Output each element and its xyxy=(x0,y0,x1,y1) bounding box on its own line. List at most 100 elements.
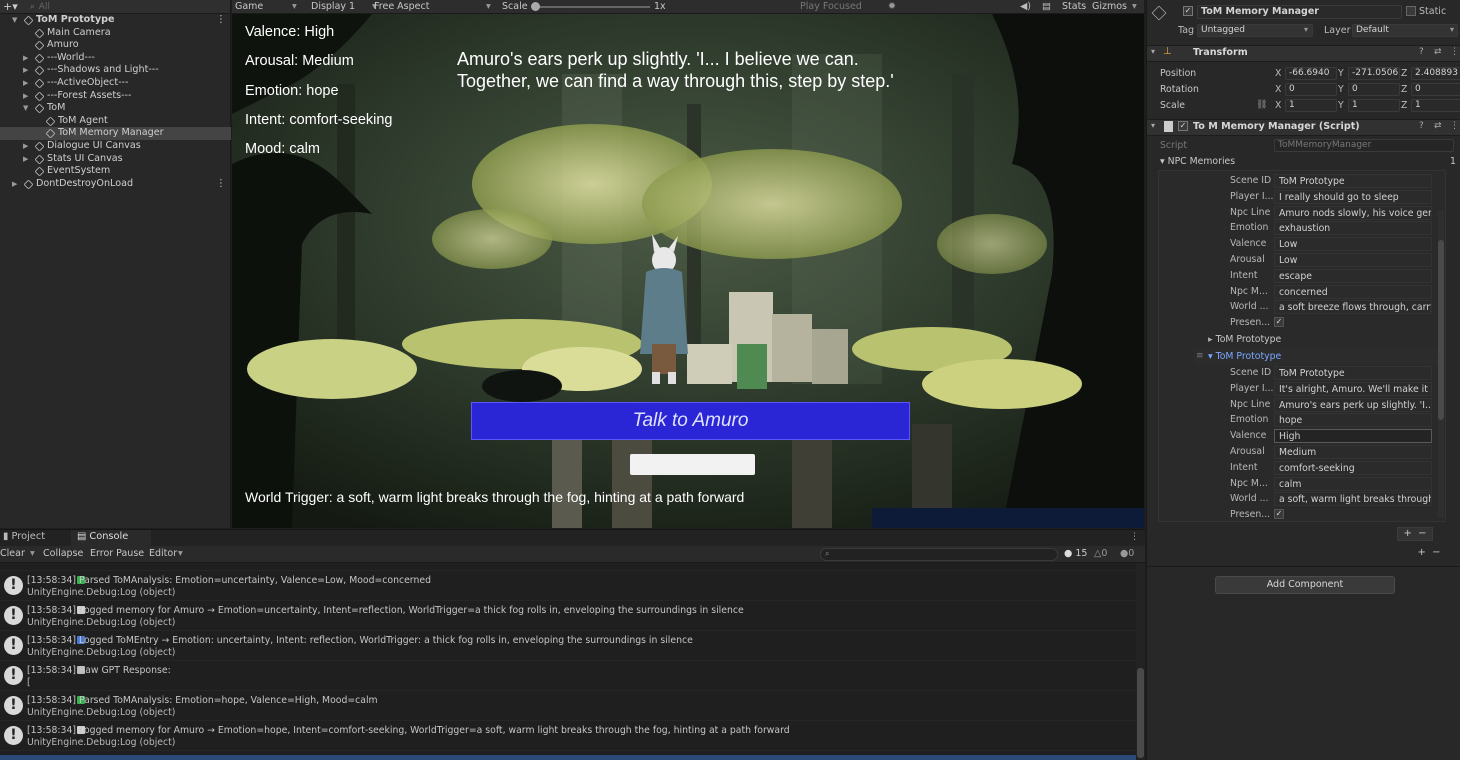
editor-dropdown[interactable]: Editor xyxy=(149,548,177,559)
static-checkbox[interactable] xyxy=(1406,6,1416,16)
log-row-partial[interactable] xyxy=(0,563,1136,571)
active-checkbox[interactable]: ✓ xyxy=(1183,6,1193,16)
log-entry[interactable]: ! [13:58:34] Parsed ToMAnalysis: Emotion=… xyxy=(0,691,1136,721)
talk-to-amuro-button[interactable]: Talk to Amuro xyxy=(471,402,910,440)
log-entry[interactable]: ! [13:58:34] Logged memory for Amuro → Em… xyxy=(0,721,1136,751)
memory-field-value[interactable]: ToM Prototype xyxy=(1274,174,1432,188)
add-icon[interactable]: +▾ xyxy=(3,0,18,13)
stats-button[interactable]: Stats xyxy=(1062,1,1086,12)
position-y-field[interactable]: -271.0506 xyxy=(1348,67,1400,80)
tag-dropdown[interactable]: Untagged xyxy=(1197,24,1313,37)
help-icon[interactable]: ? xyxy=(1419,47,1424,57)
play-focused-dropdown[interactable]: Play Focused xyxy=(800,1,862,12)
warning-count-badge[interactable]: △0 xyxy=(1094,548,1107,559)
tab-project[interactable]: ▮ Project xyxy=(0,531,70,547)
gear-icon[interactable]: ✹ xyxy=(888,1,896,12)
display-dropdown[interactable]: Display 1 xyxy=(311,1,355,12)
position-z-field[interactable]: 2.408893 xyxy=(1411,67,1460,80)
more-menu-icon[interactable]: ⋮ xyxy=(1450,47,1459,57)
chevron-right-icon[interactable]: ▶ xyxy=(23,90,28,103)
game-tab-dropdown[interactable]: Game xyxy=(235,1,263,12)
memory-element-collapsed[interactable]: ▸ ToM Prototype xyxy=(1208,334,1281,345)
rotation-y-field[interactable]: 0 xyxy=(1348,83,1400,96)
hierarchy-item[interactable]: ▶ ---Shadows and Light--- xyxy=(0,64,231,77)
chevron-right-icon[interactable]: ▶ xyxy=(23,77,28,90)
add-remove-element-buttons[interactable]: + − xyxy=(1397,527,1433,541)
scale-x-field[interactable]: 1 xyxy=(1285,99,1337,112)
log-entry[interactable]: ! [13:58:34] Raw GPT Response:[ xyxy=(0,661,1136,691)
chevron-right-icon[interactable]: ▶ xyxy=(23,52,28,65)
add-component-button[interactable]: Add Component xyxy=(1215,576,1395,594)
memory-field-value[interactable]: comfort-seeking xyxy=(1274,460,1432,475)
hierarchy-item[interactable]: Amuro xyxy=(0,39,231,52)
present-checkbox[interactable]: ✓ xyxy=(1274,317,1284,328)
scrollbar-thumb[interactable] xyxy=(1137,668,1144,758)
layer-dropdown[interactable]: Default xyxy=(1352,24,1458,37)
hierarchy-item[interactable]: ▶ DontDestroyOnLoad ⋮ xyxy=(0,178,231,191)
selected-log-row[interactable] xyxy=(0,755,1136,760)
memory-field-value[interactable]: Amuro nods slowly, his voice gent xyxy=(1274,205,1432,220)
position-x-field[interactable]: -66.6940 xyxy=(1285,67,1337,80)
npc-memories-foldout[interactable]: ▾ NPC Memories xyxy=(1160,156,1235,167)
scale-slider-handle[interactable] xyxy=(531,2,540,11)
scale-z-field[interactable]: 1 xyxy=(1411,99,1460,112)
hierarchy-item[interactable]: ▶ Dialogue UI Canvas xyxy=(0,140,231,153)
log-entry[interactable]: ! [13:58:34] Logged ToMEntry → Emotion: u… xyxy=(0,631,1136,661)
memory-field-value[interactable]: Medium xyxy=(1274,445,1432,459)
hierarchy-item[interactable]: Main Camera xyxy=(0,27,231,40)
memory-field-value[interactable]: hope xyxy=(1274,413,1432,428)
chevron-right-icon[interactable]: ▶ xyxy=(23,64,28,77)
error-pause-button[interactable]: Error Pause xyxy=(90,548,144,559)
drag-handle-icon[interactable]: ≡ xyxy=(1196,351,1204,361)
memory-field-value[interactable]: Amuro's ears perk up slightly. 'I... I xyxy=(1274,397,1432,412)
hierarchy-item[interactable]: ToM Memory Manager xyxy=(0,127,231,140)
scale-y-field[interactable]: 1 xyxy=(1348,99,1400,112)
memory-field-value[interactable]: I really should go to sleep xyxy=(1274,189,1432,204)
more-menu-icon[interactable]: ⋮ xyxy=(1130,532,1139,542)
more-menu-icon[interactable]: ⋮ xyxy=(1450,121,1459,131)
memory-field-value[interactable]: High xyxy=(1274,429,1432,444)
preset-icon[interactable]: ⇄ xyxy=(1434,121,1442,131)
rotation-z-field[interactable]: 0 xyxy=(1411,83,1460,96)
log-entry[interactable]: ! [13:58:34] Logged memory for Amuro → Em… xyxy=(0,601,1136,631)
memory-field-value[interactable]: calm xyxy=(1274,476,1432,491)
player-input-field[interactable] xyxy=(630,454,755,475)
memory-field-value[interactable]: Low xyxy=(1274,253,1432,267)
chevron-down-icon[interactable]: ▼ xyxy=(23,102,28,115)
more-menu-icon[interactable]: ⋮ xyxy=(216,14,226,27)
memory-field-value[interactable]: a soft, warm light breaks through t xyxy=(1274,492,1432,507)
grid-icon[interactable]: ▤ xyxy=(1042,1,1051,12)
hierarchy-item[interactable]: ▶ ---Forest Assets--- xyxy=(0,90,231,103)
chevron-right-icon[interactable]: ▶ xyxy=(23,153,28,166)
memory-field-value[interactable]: escape xyxy=(1274,268,1432,283)
speaker-icon[interactable]: ◀) xyxy=(1020,1,1031,12)
hierarchy-item[interactable]: EventSystem xyxy=(0,165,231,178)
chevron-down-icon[interactable]: ▼ xyxy=(12,14,17,27)
chevron-down-icon[interactable]: ▾ xyxy=(30,548,35,559)
log-count-badge[interactable]: ● 15 xyxy=(1064,548,1087,559)
log-entry[interactable]: ! [13:58:34] Parsed ToMAnalysis: Emotion=… xyxy=(0,571,1136,601)
aspect-dropdown[interactable]: Free Aspect xyxy=(374,1,429,12)
gizmos-button[interactable]: Gizmos xyxy=(1092,1,1127,12)
game-view[interactable]: Valence: High Arousal: Medium Emotion: h… xyxy=(232,14,1144,528)
clear-button[interactable]: Clear xyxy=(0,548,25,559)
npc-memories-count[interactable]: 1 xyxy=(1450,156,1456,167)
hierarchy-item[interactable]: ▶ Stats UI Canvas xyxy=(0,153,231,166)
hierarchy-item[interactable]: ▼ ToM xyxy=(0,102,231,115)
tab-console[interactable]: ▤ Console xyxy=(71,530,151,547)
hierarchy-item[interactable]: ▶ ---World--- xyxy=(0,52,231,65)
console-search-input[interactable]: ⌕ xyxy=(820,548,1058,561)
preset-icon[interactable]: ⇄ xyxy=(1434,47,1442,57)
hierarchy-item[interactable]: ▶ ---ActiveObject--- xyxy=(0,77,231,90)
chevron-right-icon[interactable]: ▶ xyxy=(12,178,17,191)
scrollbar-thumb[interactable] xyxy=(1438,240,1444,420)
hierarchy-item[interactable]: ToM Agent xyxy=(0,115,231,128)
help-icon[interactable]: ? xyxy=(1419,121,1424,131)
component-enabled-checkbox[interactable]: ✓ xyxy=(1178,121,1188,131)
memory-field-value[interactable]: ToM Prototype xyxy=(1274,366,1432,380)
link-icon[interactable]: ⛓ xyxy=(1256,100,1267,110)
hierarchy-item[interactable]: ▼ ToM Prototype ⋮ xyxy=(0,14,231,27)
memory-field-value[interactable]: Low xyxy=(1274,237,1432,252)
more-menu-icon[interactable]: ⋮ xyxy=(216,178,226,191)
error-count-badge[interactable]: ●0 xyxy=(1120,548,1134,559)
